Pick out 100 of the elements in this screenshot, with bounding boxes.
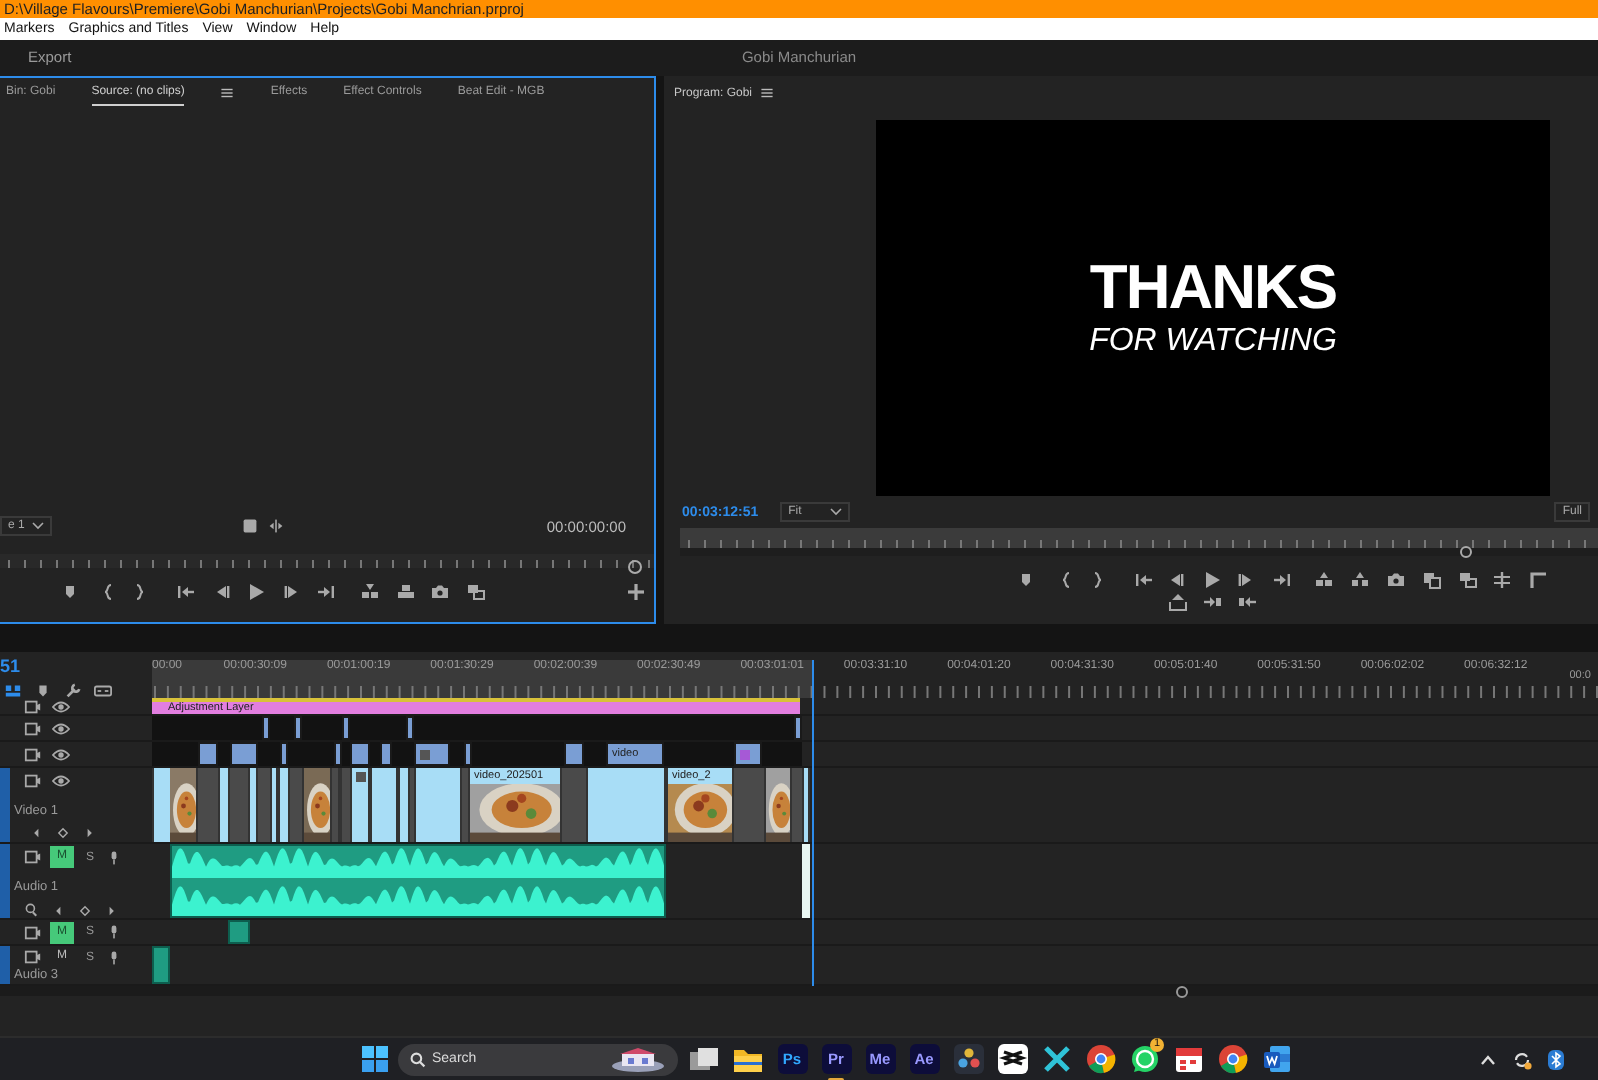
step-back-icon[interactable] — [212, 582, 232, 602]
video-clip[interactable] — [734, 742, 762, 766]
film-icon[interactable] — [24, 745, 42, 763]
video-clip[interactable] — [230, 742, 258, 766]
split-icon[interactable] — [268, 518, 285, 534]
eye-icon[interactable] — [52, 698, 70, 716]
go-to-in-icon[interactable] — [1134, 570, 1154, 590]
insert-icon[interactable] — [360, 582, 380, 602]
search-icon[interactable] — [24, 902, 40, 918]
video-clip[interactable] — [262, 716, 270, 740]
extract-icon[interactable] — [1350, 570, 1370, 590]
export-frame-icon[interactable] — [1168, 592, 1188, 612]
previous-keyframe-icon[interactable] — [30, 826, 44, 840]
bluetooth-icon[interactable] — [1548, 1049, 1564, 1069]
video-clip[interactable] — [802, 768, 810, 842]
compare-icon[interactable] — [466, 582, 486, 602]
folder-icon[interactable] — [732, 1045, 764, 1073]
video-clip[interactable] — [794, 716, 802, 740]
audio-clip[interactable] — [228, 920, 250, 944]
corner-icon[interactable] — [1528, 570, 1548, 590]
video-clip[interactable] — [350, 742, 370, 766]
captions-icon[interactable] — [94, 682, 112, 700]
video-clip[interactable] — [370, 768, 398, 842]
browser-icon[interactable] — [1085, 1044, 1115, 1074]
video-clip[interactable] — [270, 768, 278, 842]
video-clip[interactable] — [586, 768, 666, 842]
overwrite-icon[interactable] — [396, 582, 416, 602]
zoom-handle[interactable] — [628, 560, 642, 574]
add-keyframe-icon[interactable] — [56, 826, 70, 840]
plus-icon[interactable] — [626, 582, 646, 602]
step-forward-icon[interactable] — [282, 582, 302, 602]
zoom-handle[interactable] — [1460, 546, 1472, 558]
video-clip[interactable] — [198, 742, 218, 766]
video-clip[interactable] — [414, 742, 450, 766]
go-to-in-icon[interactable] — [176, 582, 196, 602]
video-clip[interactable] — [294, 716, 302, 740]
video-clip[interactable] — [218, 768, 230, 842]
lift-icon[interactable] — [1314, 570, 1334, 590]
scroll-handle[interactable] — [1176, 986, 1188, 998]
video-clip[interactable] — [464, 742, 472, 766]
step-forward-icon[interactable] — [1236, 570, 1256, 590]
go-to-out-icon[interactable] — [316, 582, 336, 602]
timecode[interactable]: 51 — [0, 656, 152, 678]
eye-icon[interactable] — [52, 745, 70, 763]
camera-icon[interactable] — [430, 582, 450, 602]
marker-icon[interactable] — [60, 582, 80, 602]
go-to-out-icon[interactable] — [1272, 570, 1292, 590]
film-icon[interactable] — [24, 923, 42, 941]
sync-icon[interactable] — [1512, 1049, 1532, 1069]
video-clip[interactable] — [280, 742, 288, 766]
play-icon[interactable] — [1202, 570, 1222, 590]
audio-clip[interactable] — [152, 946, 170, 984]
film-icon[interactable] — [24, 772, 42, 790]
film-icon[interactable] — [24, 719, 42, 737]
video-clip[interactable] — [398, 768, 410, 842]
document-app-icon[interactable] — [1261, 1044, 1291, 1074]
marker-icon[interactable] — [1016, 570, 1036, 590]
overwrite-arrow-icon[interactable] — [1238, 592, 1258, 612]
eye-icon[interactable] — [52, 772, 70, 790]
panel-menu-icon[interactable] — [220, 86, 235, 100]
video-clip[interactable] — [564, 742, 584, 766]
film-icon[interactable] — [24, 698, 42, 716]
video-clip[interactable] — [342, 716, 350, 740]
eye-icon[interactable] — [52, 719, 70, 737]
step-back-icon[interactable] — [1166, 570, 1186, 590]
track-target[interactable] — [0, 946, 10, 984]
video-clip[interactable] — [414, 768, 462, 842]
video-clip[interactable] — [152, 768, 198, 842]
layers-icon[interactable] — [1422, 570, 1442, 590]
video-clip[interactable] — [302, 768, 332, 842]
video-clip[interactable] — [350, 768, 370, 842]
next-keyframe-icon[interactable] — [104, 903, 118, 917]
wrench-icon[interactable] — [64, 682, 82, 700]
play-icon[interactable] — [246, 582, 266, 602]
insert-arrow-icon[interactable] — [1202, 592, 1222, 612]
film-icon[interactable] — [24, 948, 42, 966]
film-icon[interactable] — [24, 848, 42, 866]
video-clip[interactable] — [278, 768, 290, 842]
video-clip[interactable] — [248, 768, 258, 842]
video-clip[interactable] — [764, 768, 792, 842]
trim-icon[interactable] — [1492, 570, 1512, 590]
start-icon[interactable] — [362, 1046, 388, 1072]
color-wheel-icon[interactable] — [953, 1044, 983, 1074]
calendar-icon[interactable] — [1173, 1044, 1203, 1074]
marker-icon[interactable] — [34, 682, 52, 700]
video-clip[interactable] — [380, 742, 392, 766]
audio-clip[interactable] — [170, 844, 666, 918]
camera-icon[interactable] — [1386, 570, 1406, 590]
video-clip[interactable] — [334, 742, 342, 766]
snap-icon[interactable] — [4, 682, 22, 700]
task-view-icon[interactable] — [688, 1045, 720, 1073]
video-clip[interactable] — [406, 716, 414, 740]
browser-icon[interactable] — [1217, 1044, 1247, 1074]
panel-menu-icon[interactable] — [760, 86, 775, 100]
chevron-up-icon[interactable] — [1480, 1051, 1496, 1067]
audio-clip[interactable] — [802, 844, 810, 918]
previous-keyframe-icon[interactable] — [52, 903, 66, 917]
next-keyframe-icon[interactable] — [82, 826, 96, 840]
chat-icon[interactable] — [1129, 1044, 1159, 1074]
compare-icon[interactable] — [1458, 570, 1478, 590]
